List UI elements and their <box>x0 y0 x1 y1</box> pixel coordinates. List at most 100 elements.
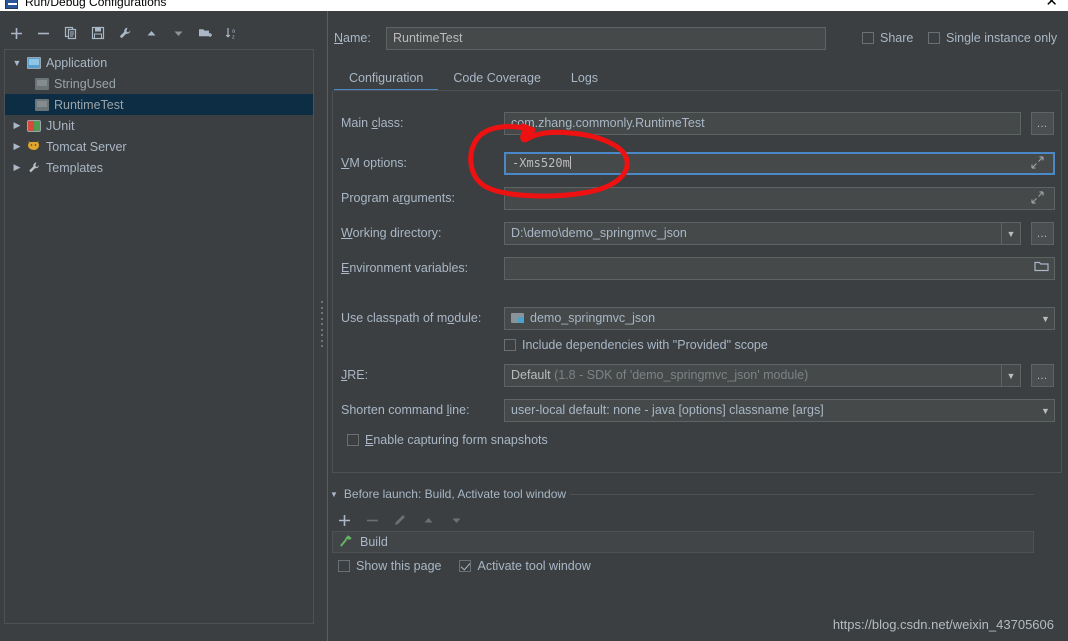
tree-item-application[interactable]: ▼ Application <box>5 52 313 73</box>
form-snapshots-checkbox[interactable]: Enable capturing form snapshots <box>347 433 548 447</box>
text-caret <box>569 156 571 169</box>
close-icon[interactable]: ✕ <box>1045 0 1058 9</box>
add-before-launch-task-button[interactable] <box>332 509 356 531</box>
program-arguments-input[interactable] <box>504 187 1055 210</box>
classpath-module-combobox[interactable]: demo_springmvc_json <box>504 307 1055 330</box>
chevron-down-icon[interactable]: ▼ <box>1036 400 1055 421</box>
tree-item-tomcat-server[interactable]: ▶ Tomcat Server <box>5 136 313 157</box>
share-checkbox[interactable]: Share <box>862 31 913 45</box>
tab-code-coverage[interactable]: Code Coverage <box>438 71 556 91</box>
checkbox-box[interactable] <box>459 560 472 572</box>
triangle-right-icon[interactable]: ▶ <box>9 141 25 152</box>
copy-configuration-button[interactable] <box>58 21 83 45</box>
jre-row: JRE: Default (1.8 - SDK of 'demo_springm… <box>341 364 1054 387</box>
chevron-down-icon[interactable]: ▼ <box>1036 308 1055 329</box>
triangle-right-icon[interactable]: ▶ <box>9 120 25 131</box>
classpath-module-value: demo_springmvc_json <box>530 311 656 325</box>
tree-item-label: Templates <box>46 160 103 175</box>
save-configuration-button[interactable] <box>85 21 110 45</box>
jre-value-primary: Default <box>511 368 551 382</box>
tree-item-label: RuntimeTest <box>54 97 124 112</box>
chevron-down-icon[interactable]: ▼ <box>1001 365 1020 386</box>
vm-options-row: VM options: -Xms520m <box>341 152 1055 175</box>
junit-icon <box>25 118 42 133</box>
environment-variables-input[interactable] <box>504 257 1055 280</box>
shorten-command-line-row: Shorten command line: user-local default… <box>341 399 1055 422</box>
tab-configuration[interactable]: Configuration <box>334 71 439 91</box>
move-task-up-button[interactable] <box>416 509 440 531</box>
edit-before-launch-task-button[interactable] <box>388 509 412 531</box>
working-directory-browse-button[interactable]: … <box>1031 222 1054 245</box>
remove-configuration-button[interactable] <box>31 21 56 45</box>
window-title: Run/Debug Configurations <box>25 0 167 9</box>
run-debug-configurations-dialog: Run/Debug Configurations ✕ a z ▼ Applica… <box>0 0 1068 641</box>
triangle-down-icon[interactable]: ▼ <box>330 490 338 499</box>
configurations-panel: a z ▼ Application StringUsed RuntimeTest… <box>0 11 318 641</box>
single-instance-checkbox[interactable]: Single instance only <box>928 31 1057 45</box>
tomcat-icon <box>25 139 42 154</box>
application-icon <box>33 97 50 112</box>
configurations-tree[interactable]: ▼ Application StringUsed RuntimeTest ▶ J… <box>4 49 314 624</box>
before-launch-task-item[interactable]: Build <box>333 532 1033 552</box>
expand-arrows-icon[interactable] <box>1031 191 1044 207</box>
checkbox-box[interactable] <box>347 434 359 446</box>
shorten-command-line-combobox[interactable]: user-local default: none - java [options… <box>504 399 1055 422</box>
move-down-button[interactable] <box>166 21 191 45</box>
tab-logs[interactable]: Logs <box>556 71 613 91</box>
classpath-module-row: Use classpath of module: demo_springmvc_… <box>341 307 1055 330</box>
name-label: Name: <box>334 31 371 45</box>
vm-options-input[interactable]: -Xms520m <box>504 152 1055 175</box>
before-launch-header[interactable]: ▼ Before launch: Build, Activate tool wi… <box>330 487 566 501</box>
include-dependencies-checkbox[interactable]: Include dependencies with "Provided" sco… <box>504 338 768 352</box>
activate-tool-window-checkbox[interactable]: Activate tool window <box>459 559 591 573</box>
application-icon <box>33 76 50 91</box>
splitter-handle[interactable] <box>321 301 325 347</box>
checkbox-box[interactable] <box>504 339 516 351</box>
chevron-down-icon[interactable]: ▼ <box>1001 223 1020 244</box>
new-folder-button[interactable] <box>193 21 218 45</box>
tree-item-templates[interactable]: ▶ Templates <box>5 157 313 178</box>
sort-configurations-button[interactable]: a z <box>220 21 245 45</box>
working-directory-label: Working directory: <box>341 226 442 240</box>
single-instance-label: Single instance only <box>946 31 1058 45</box>
name-input[interactable]: RuntimeTest <box>386 27 826 50</box>
before-launch-task-list[interactable]: Build <box>332 531 1034 553</box>
triangle-right-icon[interactable]: ▶ <box>9 162 25 173</box>
expand-arrows-icon[interactable] <box>1031 156 1044 172</box>
watermark: https://blog.csdn.net/weixin_43705606 <box>832 617 1054 632</box>
module-icon <box>511 312 525 324</box>
classpath-module-label: Use classpath of module: <box>341 311 482 325</box>
before-launch-toolbar <box>332 509 468 531</box>
name-row: Name: RuntimeTest Share Single instance … <box>334 27 1060 51</box>
checkbox-box[interactable] <box>338 560 350 572</box>
before-launch-divider <box>570 494 1034 495</box>
panel-splitter[interactable] <box>318 11 328 641</box>
main-class-input[interactable]: com.zhang.commonly.RuntimeTest <box>504 112 1021 135</box>
include-dependencies-label: Include dependencies with "Provided" sco… <box>522 338 768 352</box>
working-directory-input[interactable]: D:\demo\demo_springmvc_json <box>504 222 1021 245</box>
tree-item-stringused[interactable]: StringUsed <box>5 73 313 94</box>
jre-label: JRE: <box>341 368 369 382</box>
move-task-down-button[interactable] <box>444 509 468 531</box>
jre-combobox[interactable]: Default (1.8 - SDK of 'demo_springmvc_js… <box>504 364 1021 387</box>
add-configuration-button[interactable] <box>4 21 29 45</box>
checkbox-box[interactable] <box>862 32 874 44</box>
show-this-page-checkbox[interactable]: Show this page <box>338 559 441 573</box>
dialog-body: a z ▼ Application StringUsed RuntimeTest… <box>0 11 1068 641</box>
tree-item-runtimetest[interactable]: RuntimeTest <box>5 94 313 115</box>
edit-templates-button[interactable] <box>112 21 137 45</box>
checkbox-box[interactable] <box>928 32 940 44</box>
triangle-down-icon[interactable]: ▼ <box>9 58 25 68</box>
tree-item-label: Tomcat Server <box>46 139 127 154</box>
before-launch-options: Show this page Activate tool window <box>338 559 591 573</box>
editor-tabs[interactable]: Configuration Code Coverage Logs <box>334 65 1060 91</box>
vm-options-value: -Xms520m <box>512 156 570 170</box>
main-class-browse-button[interactable]: … <box>1031 112 1054 135</box>
remove-before-launch-task-button[interactable] <box>360 509 384 531</box>
folder-icon[interactable] <box>1034 260 1049 276</box>
activate-tool-window-label: Activate tool window <box>477 559 591 573</box>
environment-variables-label: Environment variables: <box>341 261 469 275</box>
move-up-button[interactable] <box>139 21 164 45</box>
tree-item-junit[interactable]: ▶ JUnit <box>5 115 313 136</box>
jre-browse-button[interactable]: … <box>1031 364 1054 387</box>
